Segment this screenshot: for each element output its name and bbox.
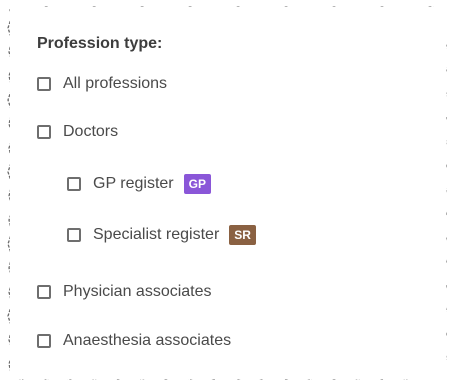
sr-badge: SR xyxy=(229,225,256,245)
doctors-label: Doctors xyxy=(63,123,119,140)
anaesthesia-associates-checkbox[interactable] xyxy=(37,334,51,348)
option-gp-register[interactable]: GP register GP xyxy=(67,174,211,194)
gp-badge: GP xyxy=(183,174,211,194)
doctors-checkbox[interactable] xyxy=(37,125,51,139)
option-all-professions[interactable]: All professions xyxy=(37,75,167,93)
specialist-register-checkbox[interactable] xyxy=(67,228,81,242)
option-physician-associates[interactable]: Physician associates xyxy=(37,283,212,301)
gp-register-label: GP register xyxy=(93,175,174,192)
option-doctors[interactable]: Doctors xyxy=(37,123,118,141)
gp-register-checkbox[interactable] xyxy=(67,177,81,191)
option-specialist-register[interactable]: Specialist register SR xyxy=(67,225,256,245)
profession-type-title: Profession type: xyxy=(37,35,163,52)
option-anaesthesia-associates[interactable]: Anaesthesia associates xyxy=(37,332,231,350)
specialist-register-label: Specialist register xyxy=(93,226,220,243)
physician-associates-checkbox[interactable] xyxy=(37,285,51,299)
anaesthesia-associates-label: Anaesthesia associates xyxy=(63,332,232,349)
physician-associates-label: Physician associates xyxy=(63,283,212,300)
all-professions-label: All professions xyxy=(63,75,168,92)
all-professions-checkbox[interactable] xyxy=(37,77,51,91)
